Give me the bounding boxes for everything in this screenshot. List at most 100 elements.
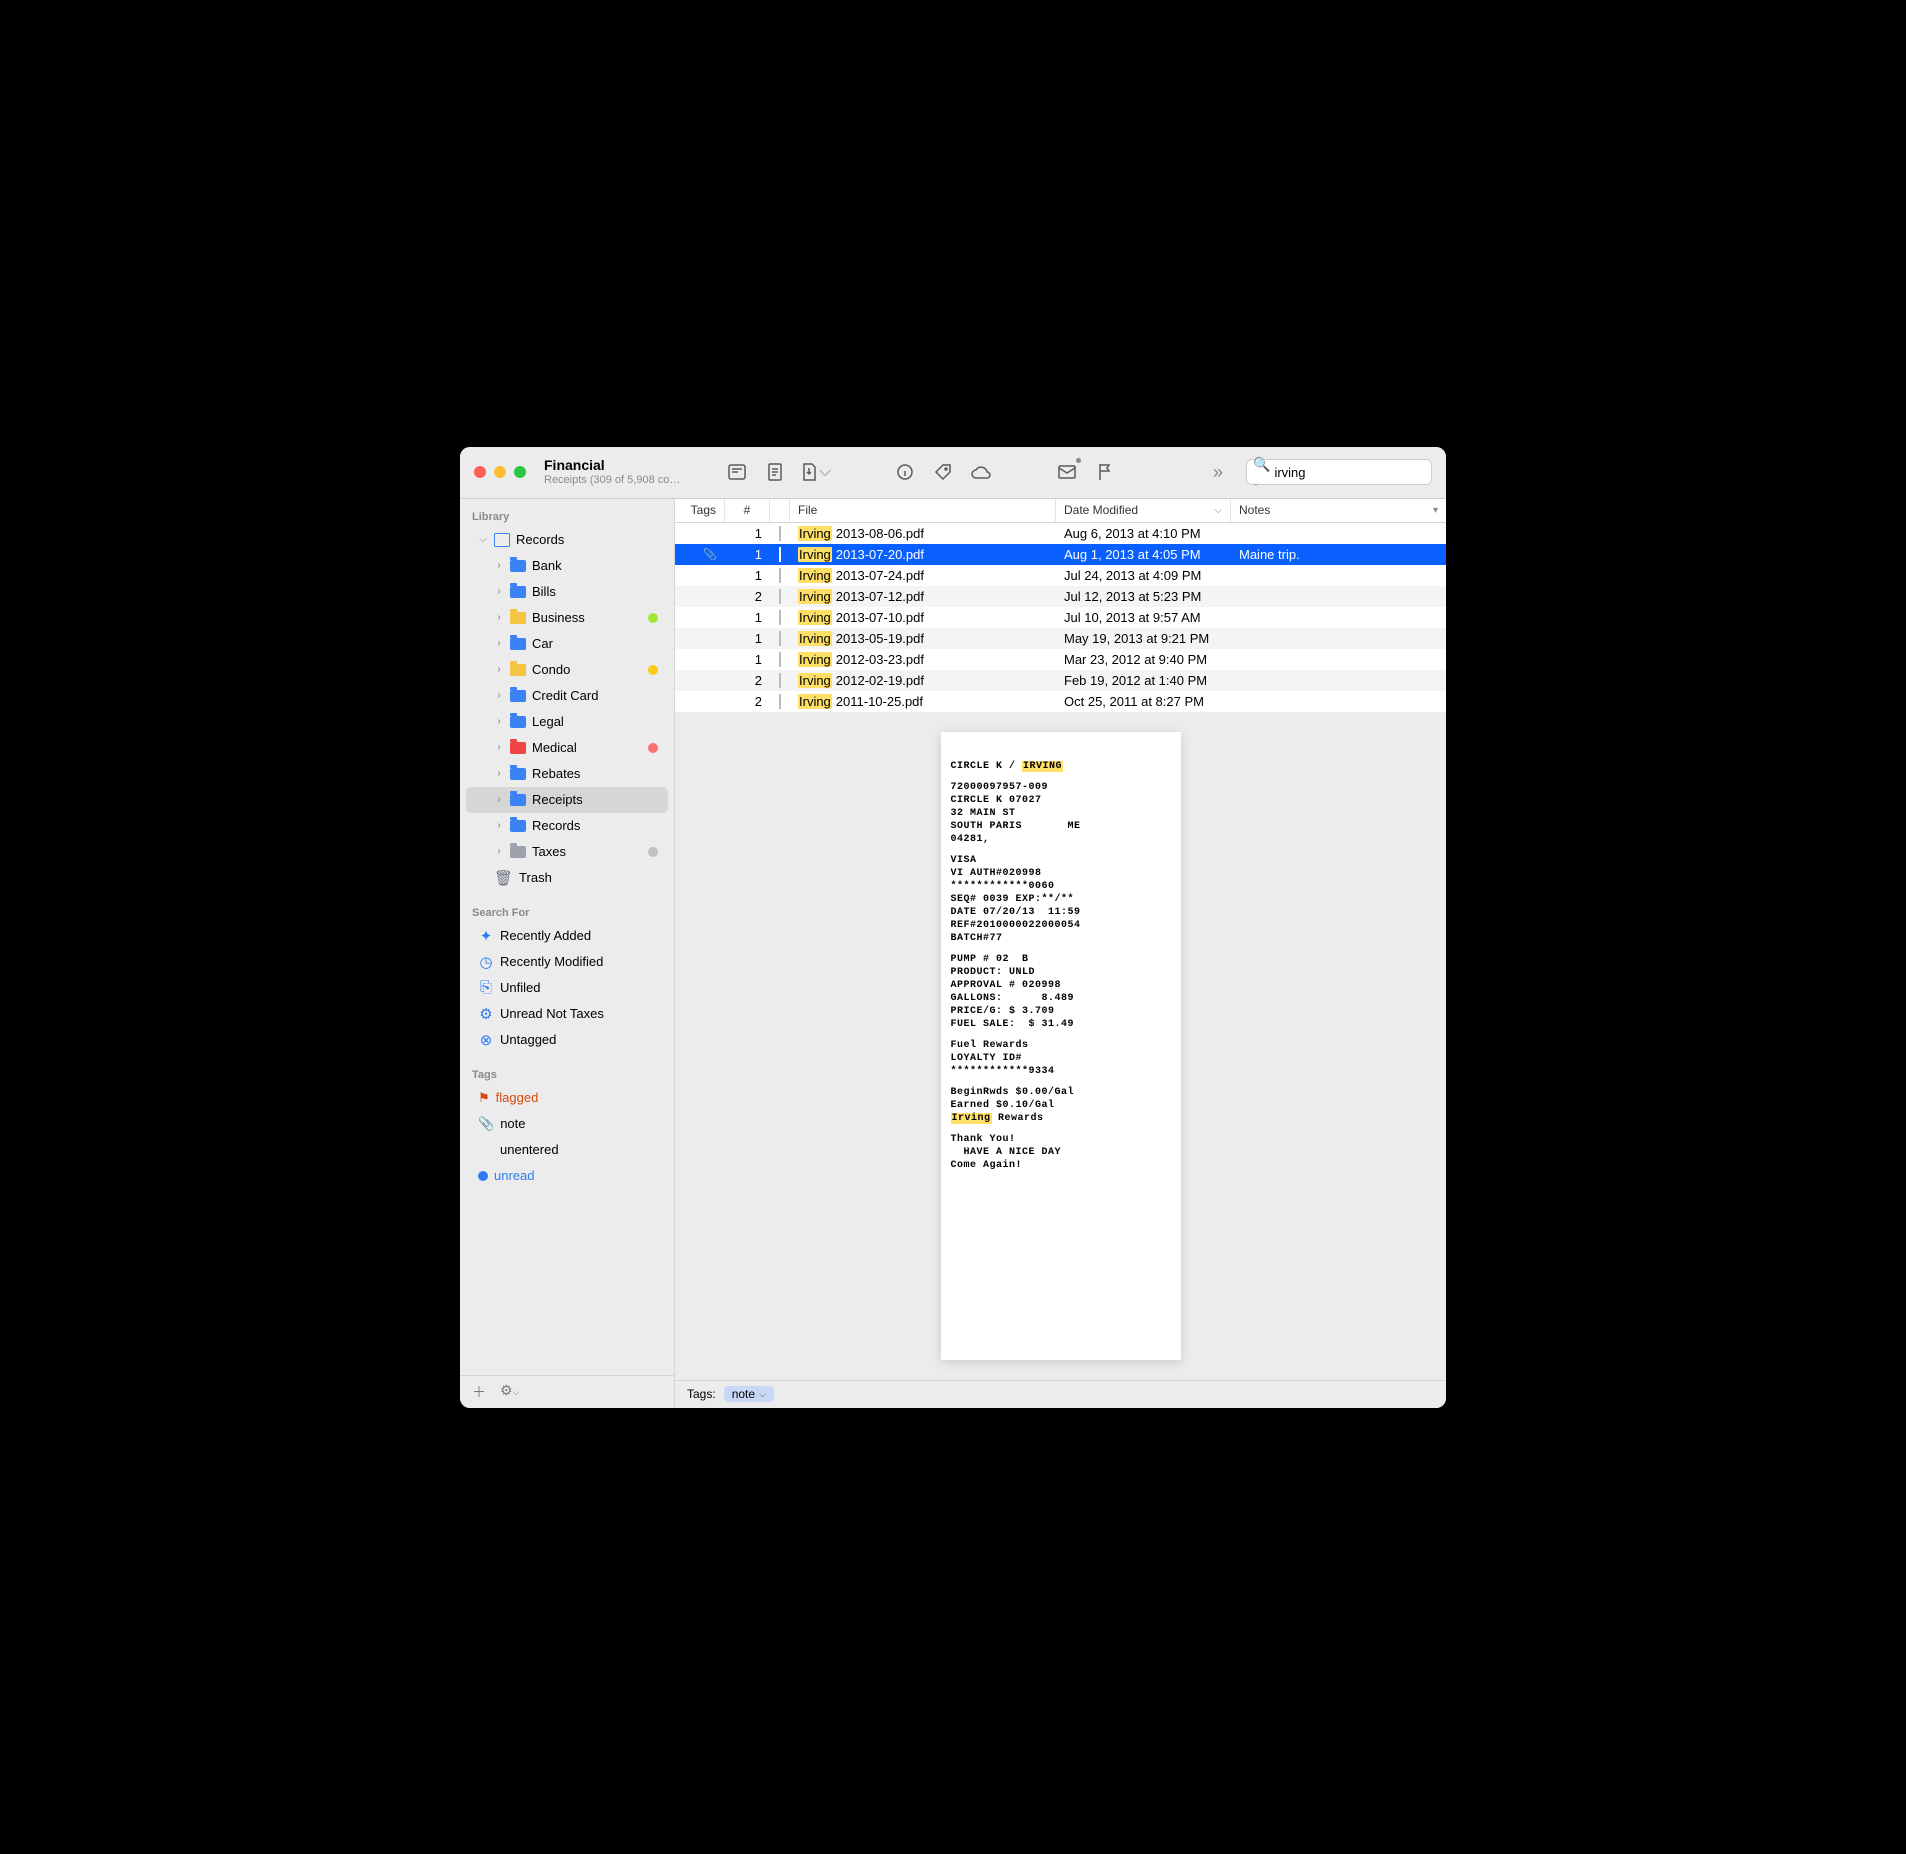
sidebar-item-credit-card[interactable]: › Credit Card xyxy=(466,683,668,709)
section-tags: Tags xyxy=(460,1063,674,1085)
info-icon[interactable] xyxy=(893,460,917,484)
receipt-text: SEQ# 0039 EXP:**/** xyxy=(951,893,1171,906)
disclosure-icon[interactable]: › xyxy=(494,768,504,779)
table-row[interactable]: 1 Irving 2013-08-06.pdf Aug 6, 2013 at 4… xyxy=(675,523,1446,544)
filename-text: 2013-07-24.pdf xyxy=(836,568,924,583)
mail-icon[interactable] xyxy=(1055,460,1079,484)
cell-flag xyxy=(770,673,790,688)
table-row[interactable]: 1 Irving 2012-03-23.pdf Mar 23, 2012 at … xyxy=(675,649,1446,670)
sidebar-item-trash[interactable]: 🗑 Trash xyxy=(466,865,668,891)
overflow-icon[interactable]: » xyxy=(1206,460,1230,484)
disclosure-icon[interactable]: › xyxy=(494,794,504,805)
app-window: Financial Receipts (309 of 5,908 co… ⌵ » xyxy=(460,447,1446,1408)
sidebar-tag-flagged[interactable]: ⚑flagged xyxy=(466,1085,668,1111)
sidebar-item-business[interactable]: › Business xyxy=(466,605,668,631)
table-row[interactable]: 2 Irving 2012-02-19.pdf Feb 19, 2012 at … xyxy=(675,670,1446,691)
disclosure-icon[interactable]: › xyxy=(494,846,504,857)
sidebar-tag-unentered[interactable]: unentered xyxy=(466,1137,668,1163)
sidebar-item-untagged[interactable]: ⊗ Untagged xyxy=(466,1027,668,1053)
title-group: Financial Receipts (309 of 5,908 co… xyxy=(544,457,709,487)
receipt-text: LOYALTY ID# xyxy=(951,1052,1171,1065)
zoom-button[interactable] xyxy=(514,466,526,478)
cell-number: 2 xyxy=(725,589,770,604)
sidebar-item-recently-modified[interactable]: ◷ Recently Modified xyxy=(466,949,668,975)
disclosure-icon[interactable]: › xyxy=(494,560,504,571)
sidebar-item-label: Legal xyxy=(532,714,658,729)
sidebar-item-car[interactable]: › Car xyxy=(466,631,668,657)
table-row[interactable]: 2 Irving 2013-07-12.pdf Jul 12, 2013 at … xyxy=(675,586,1446,607)
cell-date: Oct 25, 2011 at 8:27 PM xyxy=(1056,694,1231,709)
smart-icon: ✦ xyxy=(478,927,494,945)
sidebar-tag-unread[interactable]: unread xyxy=(466,1163,668,1189)
sidebar-item-receipts[interactable]: › Receipts xyxy=(466,787,668,813)
folder-icon xyxy=(510,586,526,598)
column-file[interactable]: File xyxy=(790,499,1056,522)
cell-date: Aug 6, 2013 at 4:10 PM xyxy=(1056,526,1231,541)
sidebar-item-label: Untagged xyxy=(500,1032,658,1047)
window-title: Financial xyxy=(544,457,709,474)
sidebar-item-label: Medical xyxy=(532,740,642,755)
statusbar: Tags: note⌵ xyxy=(675,1380,1446,1408)
sidebar-item-label: Records xyxy=(516,532,658,547)
highlighted-text: Irving xyxy=(798,568,832,583)
sidebar-tag-note[interactable]: 📎note xyxy=(466,1111,668,1137)
disclosure-icon[interactable]: ⌵ xyxy=(478,534,488,545)
folder-icon xyxy=(510,846,526,858)
column-flag[interactable] xyxy=(770,499,790,522)
sidebar-item-medical[interactable]: › Medical xyxy=(466,735,668,761)
search-field[interactable]: 🔍⌵ ✕ xyxy=(1246,459,1432,485)
disclosure-icon[interactable]: › xyxy=(494,664,504,675)
sidebar-item-bills[interactable]: › Bills xyxy=(466,579,668,605)
disclosure-icon[interactable]: › xyxy=(494,612,504,623)
cell-number: 1 xyxy=(725,631,770,646)
filename-text: 2013-07-10.pdf xyxy=(836,610,924,625)
disclosure-icon[interactable]: › xyxy=(494,586,504,597)
sidebar-item-recently-added[interactable]: ✦ Recently Added xyxy=(466,923,668,949)
pdf-icon xyxy=(779,547,781,562)
sidebar-item-bank[interactable]: › Bank xyxy=(466,553,668,579)
sidebar-item-legal[interactable]: › Legal xyxy=(466,709,668,735)
disclosure-icon[interactable]: › xyxy=(494,690,504,701)
import-icon[interactable]: ⌵ xyxy=(801,460,831,484)
scan-icon[interactable] xyxy=(725,460,749,484)
close-button[interactable] xyxy=(474,466,486,478)
sidebar-item-condo[interactable]: › Condo xyxy=(466,657,668,683)
sidebar-item-records[interactable]: › Records xyxy=(466,813,668,839)
sidebar-item-label: unread xyxy=(494,1168,658,1183)
sidebar-item-rebates[interactable]: › Rebates xyxy=(466,761,668,787)
tag-pill[interactable]: note⌵ xyxy=(724,1386,774,1402)
sidebar-item-label: Bills xyxy=(532,584,658,599)
tag-icon[interactable] xyxy=(931,460,955,484)
sidebar-item-label: Records xyxy=(532,818,658,833)
add-button[interactable]: ＋ xyxy=(472,1382,486,1402)
disclosure-icon[interactable]: › xyxy=(494,716,504,727)
sidebar-item-unread-not-taxes[interactable]: ⚙ Unread Not Taxes xyxy=(466,1001,668,1027)
disclosure-icon[interactable]: › xyxy=(494,742,504,753)
cloud-icon[interactable] xyxy=(969,460,993,484)
column-number[interactable]: # xyxy=(725,499,770,522)
gear-icon[interactable]: ⚙⌵ xyxy=(500,1382,519,1402)
disclosure-icon[interactable]: › xyxy=(494,820,504,831)
column-tags[interactable]: Tags xyxy=(675,499,725,522)
sidebar-item-unfiled[interactable]: ⎘ Unfiled xyxy=(466,975,668,1001)
flag-icon[interactable] xyxy=(1093,460,1117,484)
document-icon[interactable] xyxy=(763,460,787,484)
cell-number: 2 xyxy=(725,673,770,688)
cell-flag xyxy=(770,610,790,625)
table-row[interactable]: 📎 1 Irving 2013-07-20.pdf Aug 1, 2013 at… xyxy=(675,544,1446,565)
column-date[interactable]: Date Modified⌵ xyxy=(1056,499,1231,522)
sidebar-item-taxes[interactable]: › Taxes xyxy=(466,839,668,865)
column-notes[interactable]: Notes▾ xyxy=(1231,499,1446,522)
disclosure-icon[interactable]: › xyxy=(494,638,504,649)
minimize-button[interactable] xyxy=(494,466,506,478)
search-input[interactable] xyxy=(1274,465,1446,480)
sidebar-item-label: Trash xyxy=(519,870,658,885)
table-row[interactable]: 2 Irving 2011-10-25.pdf Oct 25, 2011 at … xyxy=(675,691,1446,712)
folder-icon xyxy=(510,612,526,624)
column-menu-icon[interactable]: ▾ xyxy=(1433,505,1438,516)
table-row[interactable]: 1 Irving 2013-07-24.pdf Jul 24, 2013 at … xyxy=(675,565,1446,586)
sidebar-item-records[interactable]: ⌵ Records xyxy=(466,527,668,553)
table-row[interactable]: 1 Irving 2013-07-10.pdf Jul 10, 2013 at … xyxy=(675,607,1446,628)
table-row[interactable]: 1 Irving 2013-05-19.pdf May 19, 2013 at … xyxy=(675,628,1446,649)
receipt-text: Come Again! xyxy=(951,1159,1171,1172)
